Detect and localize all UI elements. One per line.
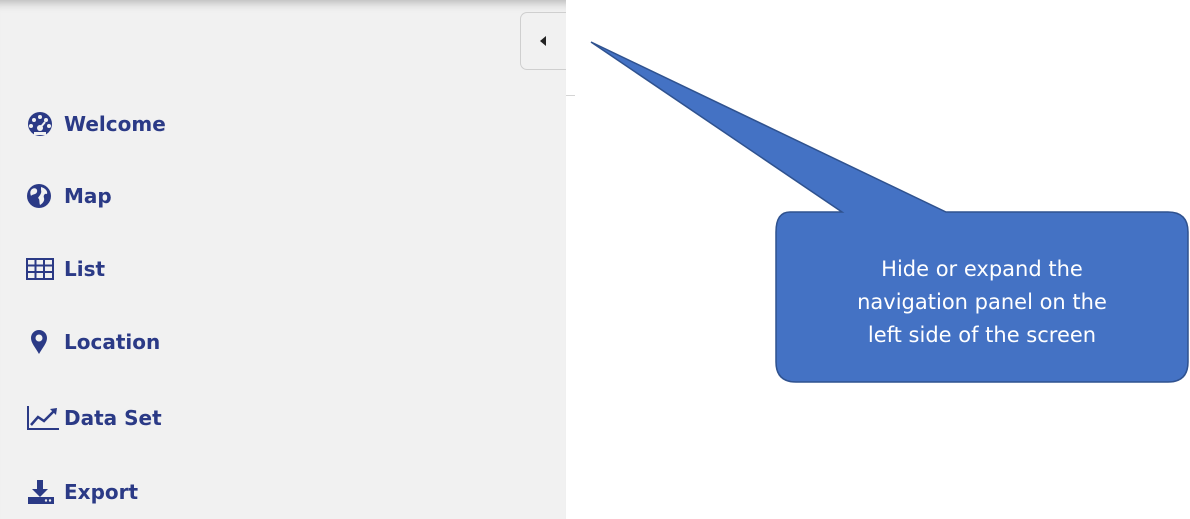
sidebar-nav: Welcome Map List Location Data Set Expor… [0, 0, 566, 519]
dashboard-icon [26, 110, 64, 138]
download-icon [26, 478, 64, 506]
sidebar-item-export[interactable]: Export [26, 476, 138, 508]
sidebar-item-label: Map [64, 184, 112, 208]
callout-line: Hide or expand the [881, 256, 1083, 281]
sidebar-item-label: Welcome [64, 112, 166, 136]
line-chart-icon [26, 404, 64, 432]
header-divider [566, 95, 575, 96]
sidebar-item-data-set[interactable]: Data Set [26, 402, 162, 434]
sidebar-item-list[interactable]: List [26, 253, 105, 285]
sidebar-item-label: Data Set [64, 406, 162, 430]
globe-icon [26, 182, 64, 210]
sidebar-item-label: List [64, 257, 106, 281]
sidebar-item-map[interactable]: Map [26, 180, 112, 212]
sidebar-item-label: Export [64, 480, 139, 504]
sidebar-item-welcome[interactable]: Welcome [26, 108, 166, 140]
sidebar-item-label: Location [64, 330, 161, 354]
sidebar-item-location[interactable]: Location [26, 326, 160, 358]
callout-line: navigation panel on the [857, 289, 1107, 314]
map-marker-icon [26, 328, 64, 356]
table-icon [26, 255, 64, 283]
callout-text: Hide or expand the navigation panel on t… [776, 232, 1188, 372]
callout-line: left side of the screen [867, 322, 1097, 347]
